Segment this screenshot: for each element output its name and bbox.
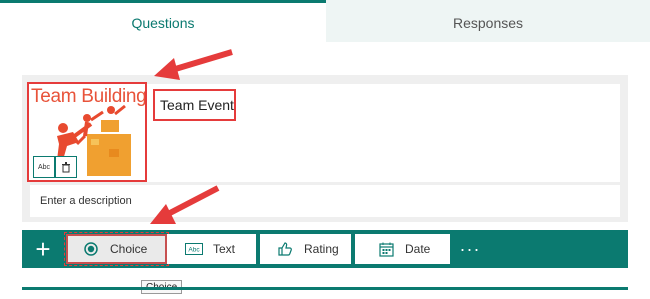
radio-icon: [80, 242, 102, 256]
form-title-text: Team Event: [160, 97, 234, 113]
text-button[interactable]: Abc Text: [167, 234, 256, 264]
tab-questions[interactable]: Questions: [0, 0, 326, 42]
description-input[interactable]: Enter a description: [30, 185, 620, 217]
choice-button[interactable]: Choice: [64, 232, 169, 266]
date-button[interactable]: Date: [355, 234, 450, 264]
tab-responses[interactable]: Responses: [326, 0, 650, 42]
tab-bar: Questions Responses: [0, 0, 650, 42]
more-options-button[interactable]: ···: [455, 234, 485, 264]
calendar-icon: [375, 242, 397, 257]
rating-label: Rating: [304, 242, 339, 256]
add-question-button[interactable]: +: [26, 233, 60, 265]
choice-label: Choice: [110, 242, 148, 256]
add-question-toolbar: + Choice Abc Text Rating Date ···: [22, 230, 628, 268]
divider: [22, 287, 628, 290]
description-placeholder: Enter a description: [40, 195, 132, 207]
delete-icon[interactable]: [55, 156, 77, 178]
svg-text:Abc: Abc: [188, 247, 200, 254]
thumbs-up-icon: [274, 241, 296, 257]
text-icon: Abc: [183, 243, 205, 255]
alt-text-icon[interactable]: Abc: [33, 156, 55, 178]
form-header-image[interactable]: Team Building Abc: [27, 82, 147, 182]
form-title-input[interactable]: Team Event: [153, 89, 236, 121]
image-actions: Abc: [33, 156, 77, 178]
forms-editor: Questions Responses Team Building Abc Te…: [0, 0, 650, 299]
text-label: Text: [213, 242, 236, 256]
rating-button[interactable]: Rating: [260, 234, 351, 264]
date-label: Date: [405, 242, 431, 256]
